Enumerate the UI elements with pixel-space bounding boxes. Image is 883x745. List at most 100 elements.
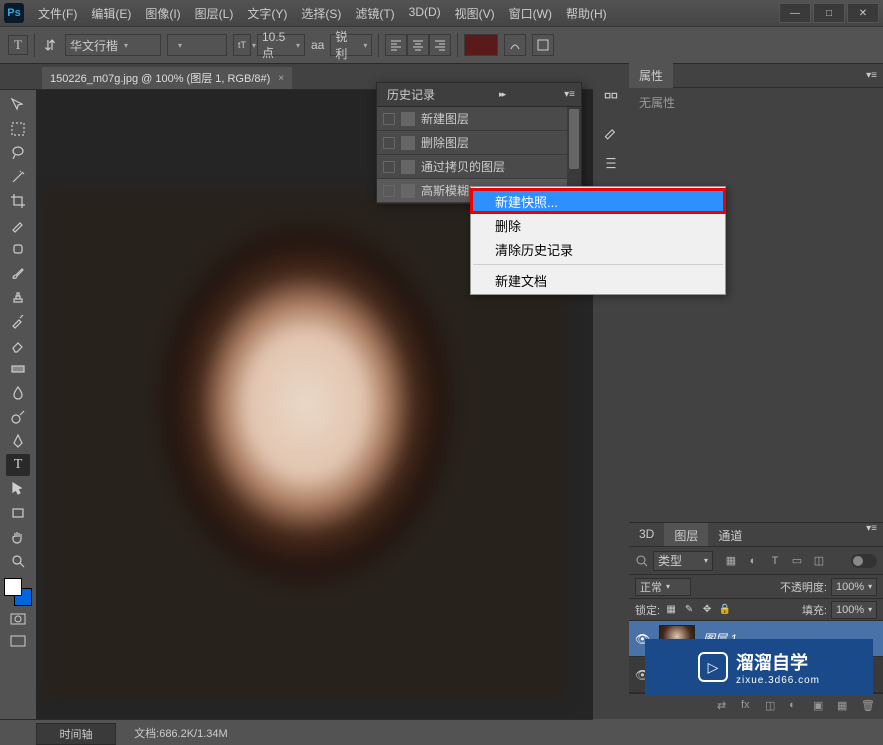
warp-text-button[interactable] [504,34,526,56]
quickmask-icon[interactable] [8,610,28,628]
ctx-clear-history[interactable]: 清除历史记录 [471,237,725,261]
move-tool-icon[interactable] [6,94,30,116]
minimize-button[interactable]: — [779,3,811,23]
rectangle-tool-icon[interactable] [6,502,30,524]
pen-tool-icon[interactable] [6,430,30,452]
tab-channels[interactable]: 通道 [708,523,752,546]
menu-select[interactable]: 选择(S) [295,2,347,25]
panel-icon-styles[interactable] [599,152,623,174]
menu-layer[interactable]: 图层(L) [189,2,240,25]
layer-fx-icon[interactable]: fx [741,699,757,715]
maximize-button[interactable]: □ [813,3,845,23]
tab-3d[interactable]: 3D [629,523,664,546]
snapshot-checkbox[interactable] [383,185,395,197]
blend-mode-dropdown[interactable]: 正常 [635,578,691,596]
filter-smart-icon[interactable]: ◫ [811,553,827,569]
fill-dropdown[interactable]: 100% [831,601,877,619]
collapse-arrows-icon[interactable]: ▸▸ [495,89,508,100]
eyedropper-tool-icon[interactable] [6,214,30,236]
tab-history[interactable]: 历史记录 [377,82,445,107]
snapshot-checkbox[interactable] [383,113,395,125]
lasso-tool-icon[interactable] [6,142,30,164]
antialias-dropdown[interactable]: 锐利 [330,34,372,56]
scroll-thumb[interactable] [569,109,579,169]
screenmode-icon[interactable] [8,632,28,650]
menu-view[interactable]: 视图(V) [449,2,501,25]
panel-icon-swatches[interactable] [599,120,623,142]
layer-filter-dropdown[interactable]: 类型 [653,551,713,571]
font-family-dropdown[interactable]: 华文行楷 [65,34,161,56]
snapshot-checkbox[interactable] [383,137,395,149]
docinfo-display[interactable]: 文档:686.2K/1.34M [134,725,228,741]
filter-shape-icon[interactable]: ▭ [789,553,805,569]
filter-adjust-icon[interactable]: ◐ [745,553,761,569]
document-tab[interactable]: 150226_m07g.jpg @ 100% (图层 1, RGB/8#) × [42,67,292,89]
history-row[interactable]: 删除图层 [377,131,581,155]
brush-tool-icon[interactable] [6,262,30,284]
hand-tool-icon[interactable] [6,526,30,548]
text-orientation-icon[interactable]: ⇵ [41,36,59,54]
new-layer-icon[interactable]: ▦ [837,699,853,715]
font-size-dropdown[interactable]: 10.5 点 [257,34,305,56]
panel-menu-icon[interactable]: ▾≡ [860,70,883,81]
foreground-color-swatch[interactable] [4,578,22,596]
tab-layers[interactable]: 图层 [664,523,708,546]
menu-type[interactable]: 文字(Y) [241,2,293,25]
history-brush-tool-icon[interactable] [6,310,30,332]
path-selection-tool-icon[interactable] [6,478,30,500]
close-button[interactable]: ✕ [847,3,879,23]
filter-toggle[interactable] [851,554,877,568]
menu-help[interactable]: 帮助(H) [560,2,613,25]
adjustment-layer-icon[interactable]: ◐ [789,699,805,715]
menu-window[interactable]: 窗口(W) [503,2,558,25]
text-color-swatch[interactable] [464,34,498,56]
history-row[interactable]: 新建图层 [377,107,581,131]
color-swatches[interactable] [4,578,32,606]
lock-all-icon[interactable]: 🔒 [718,603,732,617]
menu-file[interactable]: 文件(F) [32,2,83,25]
layer-mask-icon[interactable]: ◫ [765,699,781,715]
type-tool-icon[interactable]: T [6,454,30,476]
zoom-tool-icon[interactable] [6,550,30,572]
align-center-button[interactable] [407,34,429,56]
history-panel-head[interactable]: 历史记录 ▸▸ ▾≡ [377,83,581,107]
menu-filter[interactable]: 滤镜(T) [349,2,400,25]
close-tab-icon[interactable]: × [278,73,284,84]
panel-icon-brush[interactable] [599,88,623,110]
menu-edit[interactable]: 编辑(E) [85,2,137,25]
blur-tool-icon[interactable] [6,382,30,404]
font-style-dropdown[interactable] [167,34,227,56]
clone-stamp-tool-icon[interactable] [6,286,30,308]
opacity-dropdown[interactable]: 100% [831,578,877,596]
ctx-new-document[interactable]: 新建文档 [471,268,725,292]
crop-tool-icon[interactable] [6,190,30,212]
panel-menu-icon[interactable]: ▾≡ [860,523,883,546]
snapshot-checkbox[interactable] [383,161,395,173]
lock-transparent-icon[interactable]: ▦ [664,603,678,617]
menu-image[interactable]: 图像(I) [139,2,186,25]
eraser-tool-icon[interactable] [6,334,30,356]
timeline-tab[interactable]: 时间轴 [36,723,116,745]
group-icon[interactable]: ▣ [813,699,829,715]
ctx-new-snapshot[interactable]: 新建快照... [471,189,725,213]
menu-3d[interactable]: 3D(D) [403,2,447,25]
horizontal-type-tool-icon[interactable]: T [8,35,28,55]
ctx-delete[interactable]: 删除 [471,213,725,237]
magic-wand-tool-icon[interactable] [6,166,30,188]
link-layers-icon[interactable]: ⇄ [717,699,733,715]
align-right-button[interactable] [429,34,451,56]
history-row[interactable]: 通过拷贝的图层 [377,155,581,179]
filter-pixel-icon[interactable]: ▦ [723,553,739,569]
gradient-tool-icon[interactable] [6,358,30,380]
lock-position-icon[interactable]: ✥ [700,603,714,617]
align-left-button[interactable] [385,34,407,56]
dodge-tool-icon[interactable] [6,406,30,428]
delete-layer-icon[interactable]: 🗑 [861,699,877,715]
tab-properties[interactable]: 属性 [629,63,673,88]
marquee-tool-icon[interactable] [6,118,30,140]
lock-pixels-icon[interactable]: ✎ [682,603,696,617]
healing-brush-tool-icon[interactable] [6,238,30,260]
panel-menu-icon[interactable]: ▾≡ [558,89,581,100]
filter-type-icon[interactable]: T [767,553,783,569]
character-panel-button[interactable] [532,34,554,56]
